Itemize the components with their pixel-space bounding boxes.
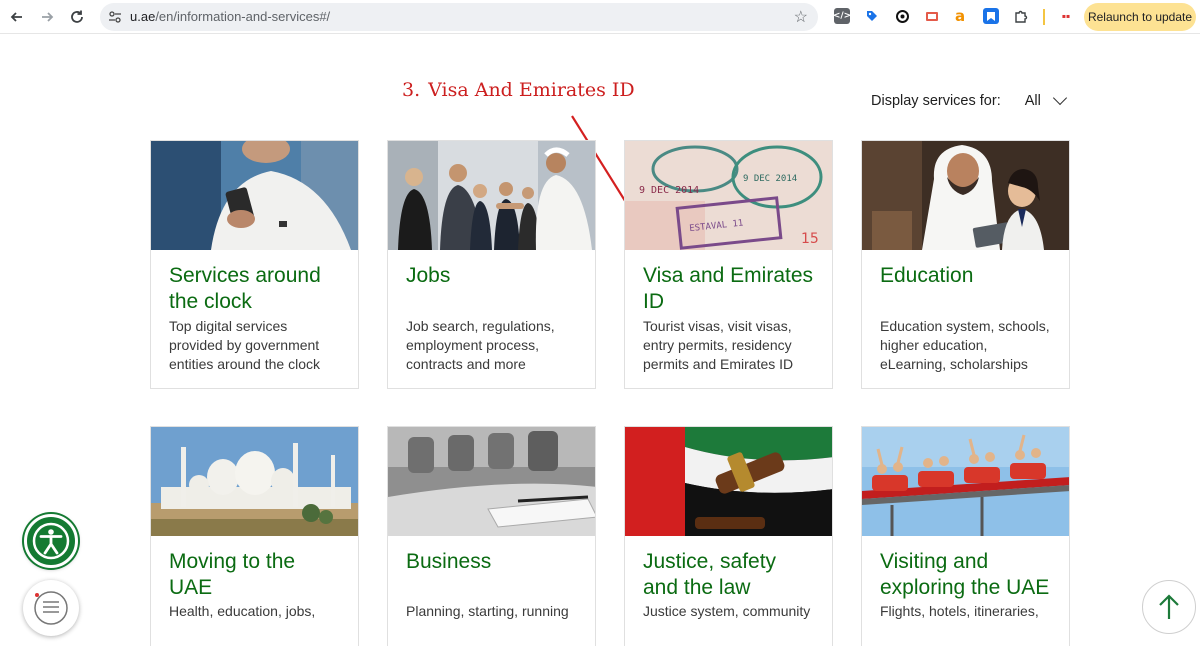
bookmark-star-icon[interactable]: ☆ (794, 7, 808, 27)
meeting-table-notebook-image (388, 427, 595, 536)
display-services-filter[interactable]: Display services for: All (871, 90, 1067, 109)
roller-coaster-image (862, 427, 1069, 536)
service-card-education[interactable]: Education Education system, schools, hig… (861, 140, 1070, 389)
annotation-text: Visa And Emirates ID (428, 79, 635, 101)
service-card-visiting-exploring-uae[interactable]: Visiting and exploring the UAE Flights, … (861, 426, 1070, 646)
tag-ext-icon[interactable] (864, 8, 880, 24)
person-using-phone-image (151, 141, 358, 250)
annotation-number: 3. (402, 79, 421, 101)
annotation-label: 3. Visa And Emirates ID (402, 79, 635, 101)
card-description: Top digital services provided by governm… (169, 318, 320, 372)
screenshot-ext-icon[interactable] (924, 8, 940, 24)
service-card-services-around-clock[interactable]: Services around the clock Top digital se… (150, 140, 359, 389)
chat-icon (34, 591, 68, 625)
filter-label: Display services for: (871, 93, 1001, 109)
puzzle-icon[interactable] (1013, 8, 1029, 24)
card-title[interactable]: Moving to the UAE (169, 549, 340, 601)
card-title[interactable]: Visiting and exploring the UAE (880, 549, 1051, 601)
arrow-up-icon (1159, 594, 1179, 619)
site-info-icon[interactable] (107, 9, 123, 25)
card-description: Justice system, community (643, 603, 811, 619)
service-card-jobs[interactable]: Jobs Job search, regulations, employment… (387, 140, 596, 389)
back-icon[interactable] (6, 6, 28, 28)
card-description: Health, education, jobs, (169, 603, 316, 619)
filter-value[interactable]: All (1025, 93, 1041, 109)
relaunch-button[interactable]: Relaunch to update (1084, 3, 1196, 31)
card-description: Tourist visas, visit visas, entry permit… (643, 318, 794, 372)
amazon-ext-icon[interactable]: a (952, 7, 968, 25)
browser-toolbar: u.ae/en/information-and-services#/ ☆ </>… (0, 0, 1200, 34)
toolbar-ext-icon[interactable]: ▪▪ (1058, 8, 1074, 24)
toolbar-divider (1043, 9, 1045, 25)
card-title[interactable]: Visa and Emirates ID (643, 263, 814, 315)
accessibility-button[interactable] (24, 514, 78, 568)
card-description: Flights, hotels, itineraries, (880, 603, 1039, 619)
man-and-child-with-tablet-image (862, 141, 1069, 250)
passport-stamps-image: 9 DEC 2014 9 DEC 2014 ESTAVAL 11 15 (625, 141, 832, 250)
card-description: Job search, regulations, employment proc… (406, 318, 555, 372)
scroll-to-top-button[interactable] (1142, 580, 1196, 634)
service-card-moving-to-uae[interactable]: Moving to the UAE Health, education, job… (150, 426, 359, 646)
accessibility-icon (32, 522, 70, 560)
card-title[interactable]: Education (880, 263, 1051, 289)
chatgpt-ext-icon[interactable] (894, 8, 910, 24)
code-ext-icon[interactable]: </> (833, 8, 851, 24)
svg-text:9 DEC 2014: 9 DEC 2014 (639, 185, 699, 196)
chevron-down-icon[interactable] (1052, 90, 1067, 106)
service-card-business[interactable]: Business Planning, starting, running (387, 426, 596, 646)
url-text: u.ae/en/information-and-services#/ (130, 9, 331, 24)
svg-text:15: 15 (801, 231, 819, 247)
service-card-visa-emirates-id[interactable]: 9 DEC 2014 9 DEC 2014 ESTAVAL 11 15 Visa… (624, 140, 833, 389)
grand-mosque-image (151, 427, 358, 536)
card-title[interactable]: Services around the clock (169, 263, 340, 315)
card-description: Planning, starting, running (406, 603, 569, 619)
gavel-and-uae-flag-image (625, 427, 832, 536)
card-description: Education system, schools, higher educat… (880, 318, 1050, 372)
service-card-justice-safety-law[interactable]: Justice, safety and the law Justice syst… (624, 426, 833, 646)
card-title[interactable]: Business (406, 549, 577, 575)
reload-icon[interactable] (66, 6, 88, 28)
card-title[interactable]: Jobs (406, 263, 577, 289)
card-title[interactable]: Justice, safety and the law (643, 549, 814, 601)
forward-icon[interactable] (36, 6, 58, 28)
bookmark-ext-icon[interactable] (983, 8, 999, 24)
business-handshake-image (388, 141, 595, 250)
svg-text:9 DEC 2014: 9 DEC 2014 (743, 174, 797, 184)
address-bar[interactable]: u.ae/en/information-and-services#/ ☆ (100, 3, 818, 31)
